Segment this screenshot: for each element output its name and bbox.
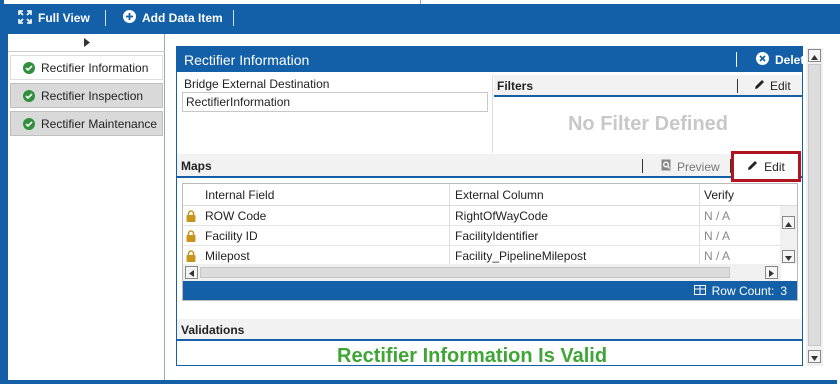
panel-title: Rectifier Information — [184, 52, 310, 68]
cell-verify: N / A — [704, 229, 731, 243]
maps-title: Maps — [181, 159, 212, 173]
table-row[interactable]: ROW Code RightOfWayCode N / A — [183, 206, 781, 226]
column-header-external-column[interactable]: External Column — [455, 188, 544, 202]
top-strip — [4, 0, 840, 4]
grid-footer: Row Count: 3 — [183, 281, 797, 300]
lock-icon — [186, 250, 196, 265]
scroll-left-button[interactable] — [185, 266, 198, 279]
filters-header: Filters Edit — [494, 75, 802, 97]
filters-edit-label: Edit — [770, 79, 791, 93]
header-divider — [736, 52, 737, 67]
validation-message: Rectifier Information Is Valid — [337, 345, 608, 367]
grid-vertical-scrollbar[interactable] — [780, 206, 797, 264]
destination-input[interactable] — [182, 92, 488, 112]
table-row[interactable]: Facility ID FacilityIdentifier N / A — [183, 226, 781, 246]
preview-icon — [661, 159, 672, 174]
no-filter-text: No Filter Defined — [567, 112, 728, 135]
lock-icon — [186, 210, 196, 225]
cell-external-column: FacilityIdentifier — [455, 229, 539, 243]
top-strip-divider — [420, 0, 421, 4]
validations-header: Validations — [177, 319, 802, 341]
preview-button[interactable]: Preview — [661, 159, 720, 174]
toolbar: Full View Add Data Item — [4, 0, 840, 34]
arrow-down-icon — [785, 250, 792, 264]
arrow-left-icon — [189, 266, 194, 280]
scroll-up-button[interactable] — [808, 49, 821, 62]
data-item-panel: Rectifier Information Delete Bridge Exte… — [176, 46, 811, 367]
cell-internal-field: ROW Code — [205, 209, 267, 223]
nav-item-rectifier-information[interactable]: Rectifier Information — [10, 55, 163, 80]
vertical-scroll-thumb[interactable] — [808, 64, 821, 346]
destination-label: Bridge External Destination — [184, 77, 330, 91]
data-item-nav: Rectifier Information Rectifier Inspecti… — [8, 34, 165, 380]
toolbar-divider — [233, 10, 234, 26]
grid-header: Internal Field External Column Verify — [183, 184, 797, 206]
nav-item-label: Rectifier Maintenance — [41, 116, 158, 131]
maps-edit-label: Edit — [764, 159, 785, 174]
toolbar-divider — [105, 10, 106, 26]
pencil-icon — [747, 160, 758, 174]
content-area: Rectifier Information Rectifier Inspecti… — [8, 34, 837, 380]
filters-divider — [737, 79, 738, 93]
horizontal-scroll-thumb[interactable] — [200, 267, 730, 278]
filters-title: Filters — [497, 79, 534, 93]
maps-edit-button[interactable]: Edit — [731, 151, 801, 182]
add-data-item-button[interactable]: Add Data Item — [123, 9, 223, 27]
nav-item-label: Rectifier Information — [41, 60, 149, 75]
full-view-button[interactable]: Full View — [18, 9, 90, 27]
maps-grid: Internal Field External Column Verify RO… — [182, 183, 798, 301]
row-count: Row Count: 3 — [693, 284, 787, 298]
chevron-right-icon — [83, 36, 90, 50]
row-count-value: 3 — [780, 284, 787, 298]
app-window: Full View Add Data Item Rectifier Inform… — [0, 0, 840, 384]
nav-item-rectifier-inspection[interactable]: Rectifier Inspection — [10, 83, 163, 108]
arrow-down-icon — [811, 350, 818, 364]
plus-circle-icon — [123, 10, 136, 26]
nav-collapse-toggle[interactable] — [8, 34, 165, 52]
check-circle-icon — [23, 89, 35, 102]
check-circle-icon — [23, 61, 35, 74]
nav-item-label: Rectifier Inspection — [41, 88, 144, 103]
scroll-down-button[interactable] — [782, 250, 795, 263]
cell-external-column: RightOfWayCode — [455, 209, 548, 223]
close-circle-icon — [756, 52, 769, 68]
scroll-down-button[interactable] — [808, 350, 821, 363]
panel-header: Rectifier Information Delete — [177, 47, 811, 72]
maps-header: Maps Preview Edit — [177, 151, 802, 182]
check-circle-icon — [23, 117, 35, 130]
row-count-label: Row Count: — [711, 284, 775, 298]
panel-vertical-scrollbar[interactable] — [806, 48, 823, 366]
preview-label: Preview — [677, 159, 720, 174]
arrow-up-icon — [785, 216, 792, 230]
validations-title: Validations — [181, 323, 245, 337]
column-header-internal-field[interactable]: Internal Field — [205, 188, 274, 202]
delete-button[interactable]: Delete — [756, 52, 811, 68]
arrow-up-icon — [811, 49, 818, 63]
table-icon — [693, 284, 706, 298]
filters-edit-button[interactable]: Edit — [754, 79, 791, 93]
nav-item-rectifier-maintenance[interactable]: Rectifier Maintenance — [10, 111, 163, 136]
lock-icon — [186, 230, 196, 245]
cell-internal-field: Milepost — [205, 249, 250, 263]
maps-divider — [642, 159, 643, 173]
arrow-right-icon — [769, 266, 774, 280]
scroll-up-button[interactable] — [782, 216, 795, 229]
pencil-icon — [754, 79, 765, 93]
section-divider — [492, 75, 493, 153]
scroll-right-button[interactable] — [765, 266, 778, 279]
full-view-label: Full View — [38, 11, 90, 25]
table-row[interactable]: Milepost Facility_PipelineMilepost N / A — [183, 246, 781, 266]
cell-internal-field: Facility ID — [205, 229, 258, 243]
expand-icon — [18, 9, 32, 27]
column-header-verify[interactable]: Verify — [704, 188, 734, 202]
cell-verify: N / A — [704, 209, 731, 223]
add-data-item-label: Add Data Item — [142, 11, 223, 25]
cell-external-column: Facility_PipelineMilepost — [455, 249, 587, 263]
grid-horizontal-scrollbar[interactable] — [183, 264, 781, 281]
cell-verify: N / A — [704, 249, 731, 263]
